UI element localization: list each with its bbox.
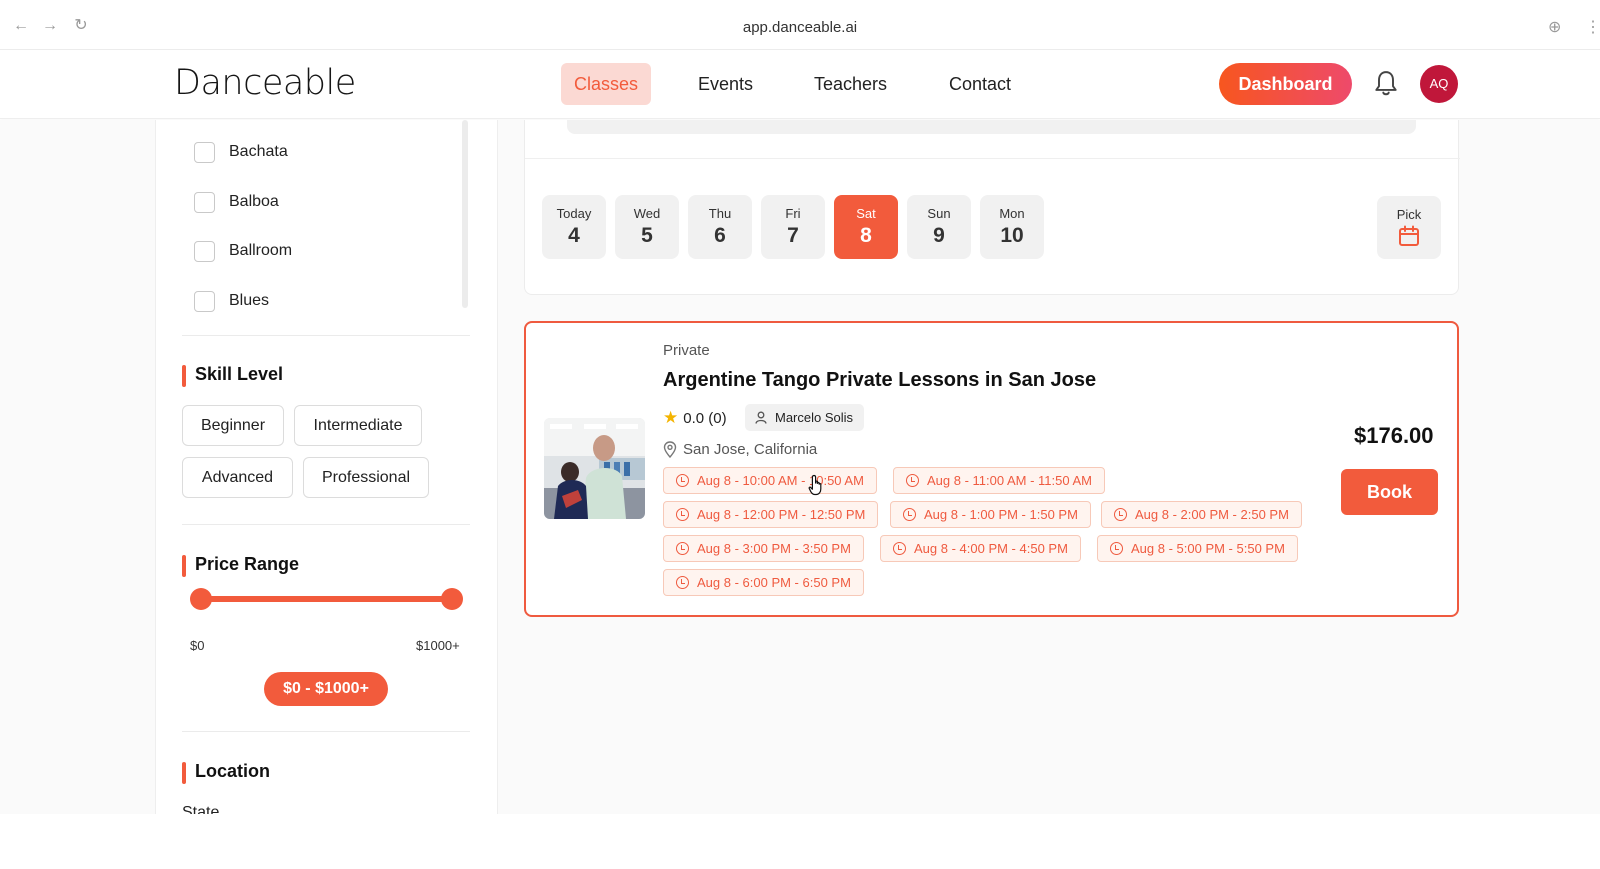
price-min-label: $0 (190, 638, 205, 653)
star-icon: ★ (663, 408, 679, 427)
class-category: Private (663, 342, 710, 359)
skill-advanced-button[interactable]: Advanced (182, 457, 293, 498)
price-range-title: Price Range (182, 554, 299, 577)
site-header: Danceable Classes Events Teachers Contac… (0, 50, 1600, 119)
style-label: Ballroom (229, 242, 293, 259)
time-slot[interactable]: Aug 8 - 11:00 AM - 11:50 AM (893, 467, 1106, 494)
price-slider-max-handle[interactable] (441, 588, 463, 610)
day-mon[interactable]: Mon 10 (980, 195, 1044, 259)
time-slot[interactable]: Aug 8 - 5:00 PM - 5:50 PM (1097, 535, 1298, 562)
style-list-scrollbar[interactable] (462, 120, 468, 308)
teacher-tag[interactable]: Marcelo Solis (745, 404, 865, 431)
day-name: Sun (927, 206, 951, 221)
style-option-ballroom[interactable]: Ballroom (194, 240, 292, 262)
nav-contact[interactable]: Contact (936, 63, 1024, 105)
location-title: Location (182, 761, 270, 784)
rating-value: 0.0 (0) (683, 409, 727, 427)
time-slot[interactable]: Aug 8 - 1:00 PM - 1:50 PM (890, 501, 1091, 528)
calendar-icon (1399, 225, 1419, 246)
day-name: Thu (708, 206, 732, 221)
day-fri[interactable]: Fri 7 (761, 195, 825, 259)
time-slot[interactable]: Aug 8 - 3:00 PM - 3:50 PM (663, 535, 864, 562)
install-app-icon[interactable]: ⊕ (1548, 17, 1561, 37)
pick-label: Pick (1396, 207, 1422, 222)
location-pin-icon (663, 441, 677, 458)
page-bottom (0, 814, 1600, 869)
day-number: 5 (641, 224, 653, 247)
nav-teachers[interactable]: Teachers (801, 63, 900, 105)
style-option-bachata[interactable]: Bachata (194, 141, 288, 163)
divider (182, 524, 470, 525)
skill-professional-button[interactable]: Professional (303, 457, 429, 498)
day-number: 4 (568, 224, 580, 247)
user-icon (755, 411, 767, 424)
address-bar[interactable]: app.danceable.ai (0, 19, 1600, 36)
checkbox[interactable] (194, 141, 215, 163)
class-rating: ★ 0.0 (0) (663, 408, 727, 428)
divider (182, 731, 470, 732)
day-number: 9 (933, 224, 945, 247)
style-label: Bachata (229, 143, 288, 160)
day-today[interactable]: Today 4 (542, 195, 606, 259)
class-thumbnail[interactable] (544, 418, 645, 519)
day-sun[interactable]: Sun 9 (907, 195, 971, 259)
time-slot[interactable]: Aug 8 - 4:00 PM - 4:50 PM (880, 535, 1081, 562)
day-number: 10 (1000, 224, 1024, 247)
divider (182, 335, 470, 336)
style-label: Balboa (229, 193, 279, 210)
hand-cursor-icon (808, 474, 822, 496)
checkbox[interactable] (194, 191, 215, 213)
pick-date-button[interactable]: Pick (1377, 196, 1441, 259)
skill-level-title: Skill Level (182, 364, 283, 387)
style-label: Blues (229, 292, 270, 309)
browser-toolbar: ← → ↻ app.danceable.ai ⊕ ⋮ (0, 0, 1600, 50)
more-menu-icon[interactable]: ⋮ (1585, 17, 1600, 37)
day-thu[interactable]: Thu 6 (688, 195, 752, 259)
class-price: $176.00 (1354, 423, 1434, 448)
style-option-blues[interactable]: Blues (194, 290, 269, 312)
skill-beginner-button[interactable]: Beginner (182, 405, 284, 446)
day-name: Sat (856, 206, 876, 221)
time-slot[interactable]: Aug 8 - 10:00 AM - 10:50 AM (663, 467, 877, 494)
price-range-badge: $0 - $1000+ (264, 672, 388, 706)
time-slot[interactable]: Aug 8 - 6:00 PM - 6:50 PM (663, 569, 864, 596)
skill-intermediate-button[interactable]: Intermediate (294, 405, 422, 446)
day-wed[interactable]: Wed 5 (615, 195, 679, 259)
book-button[interactable]: Book (1341, 469, 1438, 515)
avatar[interactable]: AQ (1420, 65, 1458, 103)
checkbox[interactable] (194, 290, 215, 312)
day-name: Wed (633, 206, 661, 221)
nav-events[interactable]: Events (685, 63, 766, 105)
class-title[interactable]: Argentine Tango Private Lessons in San J… (663, 369, 1096, 392)
day-name: Fri (785, 206, 801, 221)
logo[interactable]: Danceable (174, 63, 356, 103)
style-option-balboa[interactable]: Balboa (194, 191, 279, 213)
day-number: 6 (714, 224, 726, 247)
price-slider-min-handle[interactable] (190, 588, 212, 610)
checkbox[interactable] (194, 240, 215, 262)
dashboard-button[interactable]: Dashboard (1219, 63, 1352, 105)
day-name: Mon (999, 206, 1025, 221)
time-slot[interactable]: Aug 8 - 2:00 PM - 2:50 PM (1101, 501, 1302, 528)
price-slider-track[interactable] (200, 596, 452, 602)
day-name: Today (556, 206, 592, 221)
notification-bell-icon[interactable] (1373, 70, 1399, 98)
day-number: 8 (860, 224, 872, 247)
time-slot[interactable]: Aug 8 - 12:00 PM - 12:50 PM (663, 501, 879, 528)
class-location: San Jose, California (663, 441, 817, 458)
day-number: 7 (787, 224, 799, 247)
nav-classes[interactable]: Classes (561, 63, 652, 105)
search-panel-bottom (567, 120, 1416, 134)
price-max-label: $1000+ (416, 638, 460, 653)
divider (525, 158, 1460, 159)
day-sat[interactable]: Sat 8 (834, 195, 898, 259)
location-text: San Jose, California (683, 441, 818, 458)
teacher-name: Marcelo Solis (775, 410, 854, 425)
